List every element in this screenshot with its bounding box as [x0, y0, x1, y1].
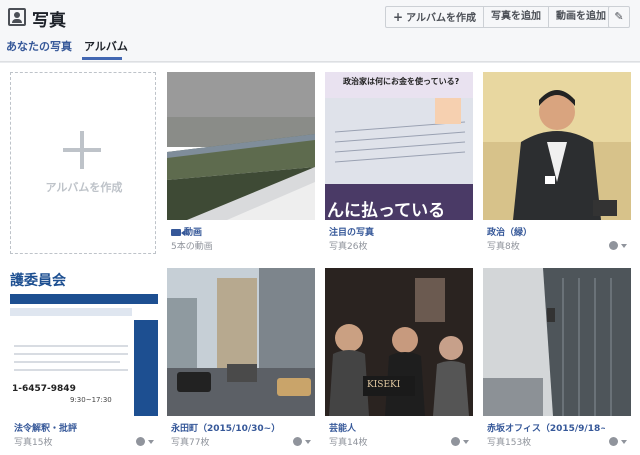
- album-card-videos[interactable]: 動画 5本の動画: [167, 72, 315, 254]
- album-cover-photo[interactable]: [325, 268, 473, 416]
- featured-headline: 政治家は何にお金を使っている?: [343, 77, 460, 86]
- create-album-card[interactable]: アルバムを作成: [10, 72, 156, 254]
- privacy-selector[interactable]: [136, 437, 154, 447]
- caret-down-icon: [621, 439, 627, 444]
- album-title[interactable]: 永田町（2015/10/30~）: [171, 421, 280, 434]
- kiseki-sign: KISEKI: [367, 380, 401, 390]
- album-cover-photo[interactable]: [167, 72, 315, 220]
- active-tab-indicator: [82, 57, 122, 60]
- album-count: 写真26枚: [329, 242, 368, 252]
- create-album-label: アルバムを作成: [406, 13, 476, 24]
- create-album-button[interactable]: + アルバムを作成: [386, 7, 484, 27]
- video-icon: [171, 229, 185, 236]
- album-title[interactable]: 赤坂オフィス（2015/9/18~2016/6...: [487, 421, 605, 434]
- caret-down-icon: [148, 439, 154, 444]
- privacy-selector[interactable]: [293, 437, 311, 447]
- plus-icon: +: [393, 10, 404, 24]
- album-card-featured[interactable]: 政治家は何にお金を使っている? んに払っている 注目の写真 写真26枚: [325, 72, 473, 254]
- globe-icon: [609, 241, 618, 250]
- album-card-akasaka-office[interactable]: 赤坂オフィス（2015/9/18~2016/6... 写真153枚: [483, 268, 631, 450]
- album-title[interactable]: 芸能人: [329, 421, 356, 434]
- edit-button[interactable]: ✎: [608, 6, 630, 28]
- add-photos-button[interactable]: 写真を追加: [484, 7, 549, 27]
- album-title-text: 動画: [184, 228, 203, 238]
- album-title[interactable]: 政治（緑）: [487, 225, 532, 238]
- privacy-selector[interactable]: [451, 437, 469, 447]
- caret-down-icon: [305, 439, 311, 444]
- album-count: 5本の動画: [171, 242, 213, 252]
- album-count: 写真8枚: [487, 242, 520, 252]
- pencil-icon: ✎: [614, 10, 624, 23]
- album-card-legal[interactable]: 護委員会 1-6457-9849 9:30~17:30 法令解釈・批評 写真15…: [10, 268, 158, 450]
- tab-albums[interactable]: アルバム: [84, 38, 128, 54]
- page-title: 写真: [32, 11, 66, 31]
- globe-icon: [136, 437, 145, 446]
- plus-icon: [63, 131, 101, 169]
- album-card-nagatacho[interactable]: 永田町（2015/10/30~） 写真77枚: [167, 268, 315, 450]
- legal-page-heading: 護委員会: [10, 273, 66, 289]
- album-count: 写真153枚: [487, 438, 532, 448]
- create-album-card-label: アルバムを作成: [45, 181, 123, 194]
- privacy-selector[interactable]: [609, 437, 627, 447]
- legal-phone: 1-6457-9849: [12, 384, 76, 394]
- add-video-button[interactable]: 動画を追加: [549, 7, 613, 27]
- photos-icon: [8, 8, 26, 26]
- caret-down-icon: [463, 439, 469, 444]
- globe-icon: [293, 437, 302, 446]
- album-cover-photo[interactable]: [167, 268, 315, 416]
- album-card-celebrities[interactable]: KISEKI 芸能人 写真14枚: [325, 268, 473, 450]
- album-count: 写真15枚: [14, 438, 53, 448]
- album-count: 写真77枚: [171, 438, 210, 448]
- globe-icon: [451, 437, 460, 446]
- globe-icon: [609, 437, 618, 446]
- album-count: 写真14枚: [329, 438, 368, 448]
- photos-header: 写真 + アルバムを作成 写真を追加 動画を追加 ✎ あなたの写真 アルバム: [0, 0, 640, 62]
- privacy-selector[interactable]: [609, 241, 627, 251]
- legal-hours: 9:30~17:30: [70, 396, 112, 404]
- album-cover-photo[interactable]: [483, 72, 631, 220]
- album-card-politics-green[interactable]: 政治（緑） 写真8枚: [483, 72, 631, 254]
- caret-down-icon: [621, 243, 627, 248]
- album-title[interactable]: 法令解釈・批評: [14, 421, 77, 434]
- album-title[interactable]: 動画: [171, 225, 202, 238]
- featured-caption: んに払っている: [327, 201, 446, 221]
- album-cover-photo[interactable]: [483, 268, 631, 416]
- header-button-group: + アルバムを作成 写真を追加 動画を追加: [385, 6, 614, 28]
- album-title[interactable]: 注目の写真: [329, 225, 374, 238]
- tab-your-photos[interactable]: あなたの写真: [6, 38, 72, 54]
